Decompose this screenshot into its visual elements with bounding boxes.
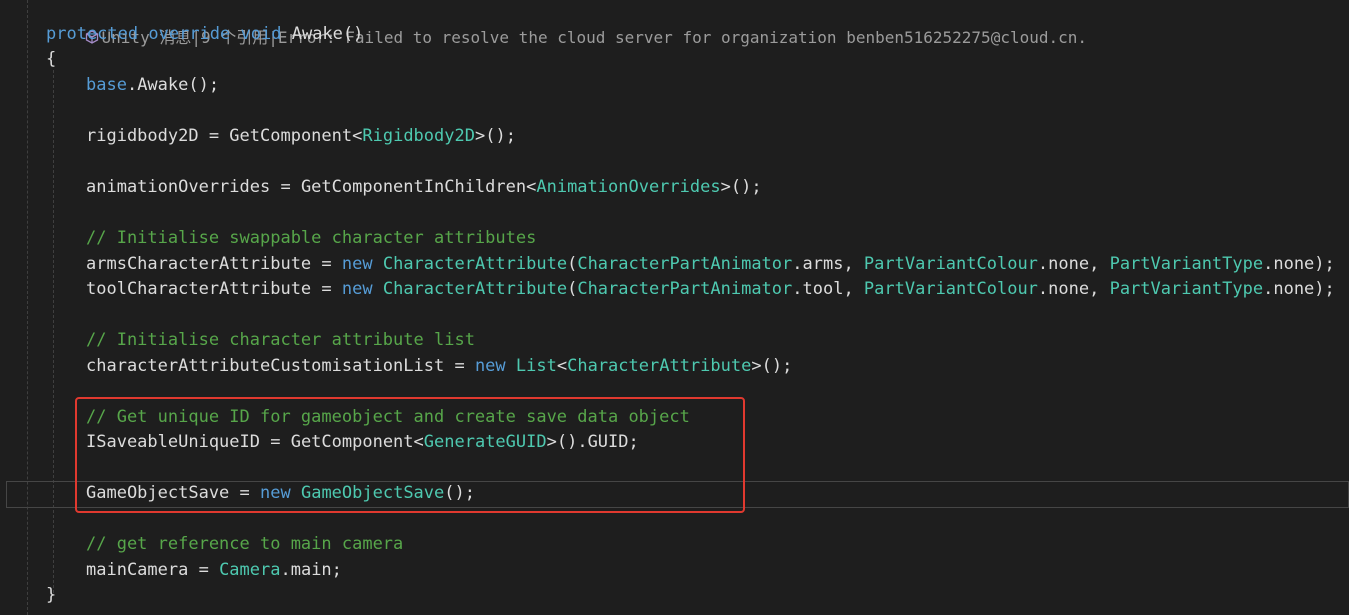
arms-new: new bbox=[341, 254, 373, 274]
code-line-camera[interactable]: mainCamera = Camera.main; bbox=[86, 558, 342, 583]
tool-new: new bbox=[341, 279, 373, 299]
comment-attribute-list[interactable]: // Initialise character attribute list bbox=[86, 328, 475, 353]
base-awake-rest: .Awake(); bbox=[126, 75, 220, 95]
arms-paren: ( bbox=[567, 254, 578, 274]
animation-lt: < bbox=[526, 177, 537, 197]
red-annotation-box bbox=[75, 397, 745, 513]
code-line-base-awake[interactable]: base.Awake(); bbox=[86, 73, 219, 98]
tool-type3: PartVariantType bbox=[1109, 279, 1264, 299]
arms-member1: .arms, bbox=[792, 254, 864, 274]
tool-member2: .none, bbox=[1037, 279, 1110, 299]
customisation-tail: (); bbox=[761, 356, 793, 376]
arms-member2: .none, bbox=[1037, 254, 1110, 274]
animation-gt: > bbox=[720, 177, 731, 197]
comment-camera[interactable]: // get reference to main camera bbox=[86, 532, 403, 557]
code-line-open-brace[interactable]: { bbox=[46, 47, 56, 72]
tool-member1: .tool, bbox=[792, 279, 864, 299]
tool-member3: .none); bbox=[1263, 279, 1335, 299]
arms-type1: CharacterPartAnimator bbox=[577, 254, 793, 274]
animation-tail: (); bbox=[730, 177, 762, 197]
rigidbody-gt: > bbox=[474, 126, 486, 146]
code-line-signature[interactable]: protected override void Awake() bbox=[46, 22, 363, 47]
tool-type1: CharacterPartAnimator bbox=[577, 279, 793, 299]
rigidbody-lt: < bbox=[352, 126, 363, 146]
comment-swappable[interactable]: // Initialise swappable character attrib… bbox=[86, 226, 536, 251]
code-line-animation[interactable]: animationOverrides = GetComponentInChild… bbox=[86, 175, 762, 200]
customisation-list-type: List bbox=[515, 356, 557, 376]
camera-tail: .main; bbox=[280, 560, 342, 580]
arms-lhs: armsCharacterAttribute = bbox=[86, 254, 342, 274]
keyword-override: override bbox=[148, 24, 231, 44]
rigidbody-type: Rigidbody2D bbox=[362, 126, 475, 146]
tool-lhs: toolCharacterAttribute = bbox=[86, 279, 342, 299]
animation-method: GetComponentInChildren bbox=[300, 177, 527, 197]
customisation-gt: > bbox=[751, 356, 762, 376]
code-line-tool[interactable]: toolCharacterAttribute = new CharacterAt… bbox=[86, 277, 1335, 302]
indent-guide-outer bbox=[27, 0, 28, 615]
code-line-customisation-list[interactable]: characterAttributeCustomisationList = ne… bbox=[86, 354, 792, 379]
keyword-protected: protected bbox=[46, 24, 139, 44]
indent-guide-inner bbox=[53, 70, 54, 593]
rigidbody-method: GetComponent bbox=[229, 126, 353, 146]
method-name: Awake bbox=[291, 24, 343, 44]
customisation-lhs: characterAttributeCustomisationList = bbox=[86, 356, 475, 376]
arms-member3: .none); bbox=[1263, 254, 1335, 274]
code-editor[interactable]: Unity 消息|9 个引用|Error: Failed to resolve … bbox=[0, 0, 1349, 615]
arms-type3: PartVariantType bbox=[1109, 254, 1264, 274]
camera-type: Camera bbox=[219, 560, 281, 580]
tool-paren: ( bbox=[567, 279, 578, 299]
code-line-close-brace[interactable]: } bbox=[46, 583, 56, 608]
customisation-item-type: CharacterAttribute bbox=[567, 356, 752, 376]
tool-ctor: CharacterAttribute bbox=[382, 279, 568, 299]
tool-type2: PartVariantColour bbox=[863, 279, 1038, 299]
code-line-rigidbody[interactable]: rigidbody2D = GetComponent<Rigidbody2D>(… bbox=[86, 124, 516, 149]
code-line-arms[interactable]: armsCharacterAttribute = new CharacterAt… bbox=[86, 252, 1335, 277]
camera-lhs: mainCamera = bbox=[86, 560, 220, 580]
arms-type2: PartVariantColour bbox=[863, 254, 1038, 274]
arms-ctor: CharacterAttribute bbox=[382, 254, 568, 274]
signature-parens: () bbox=[342, 24, 364, 44]
animation-type: AnimationOverrides bbox=[536, 177, 721, 197]
animation-lhs: animationOverrides = bbox=[86, 177, 301, 197]
customisation-lt: < bbox=[556, 356, 568, 376]
rigidbody-tail: (); bbox=[485, 126, 516, 146]
rigidbody-lhs: rigidbody2D = bbox=[86, 126, 230, 146]
keyword-void: void bbox=[240, 24, 282, 44]
customisation-new: new bbox=[474, 356, 506, 376]
keyword-base: base bbox=[86, 75, 127, 95]
